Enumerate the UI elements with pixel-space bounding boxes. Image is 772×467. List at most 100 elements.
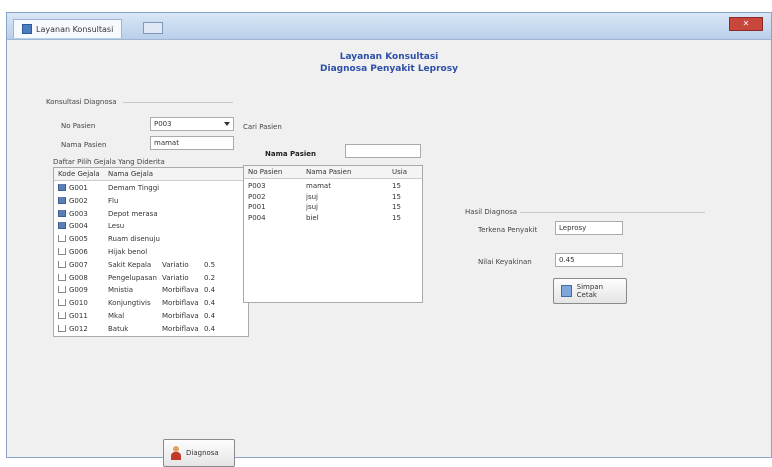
pasien-usia: 15 — [392, 203, 401, 211]
gejala-name: Sakit Kepala — [108, 260, 152, 269]
table-row[interactable]: P003 mamat 15 — [244, 181, 422, 191]
pasien-usia: 15 — [392, 192, 401, 201]
gejala-code: G008 — [58, 273, 88, 282]
page-title: Layanan Konsultasi — [339, 52, 439, 62]
gejala-category: Morbiflava — [162, 299, 199, 308]
checkbox[interactable] — [58, 286, 66, 294]
table-row[interactable]: G008 Pengelupasan ...Variatio 0.2 — [54, 272, 248, 284]
table-row[interactable]: G005 Ruam disenuju ... — [54, 233, 248, 245]
penyakit-label: Terkena Penyakit — [478, 226, 538, 234]
nilai-label: Nilai Keyakinan — [478, 258, 532, 266]
gejala-name: Lesu — [108, 222, 125, 231]
gejala-code: G002 — [58, 196, 88, 205]
gejala-name: Batuk — [108, 324, 129, 333]
hasil-group-label: Hasil Diagnosa — [465, 208, 518, 216]
diagnosa-button[interactable]: Diagnosa — [163, 439, 235, 467]
gejala-code: G003 — [58, 209, 88, 218]
gejala-name: Ruam disenuju ... — [108, 235, 160, 244]
nilai-field[interactable]: 0.45 — [555, 253, 623, 267]
table-row[interactable]: G002 Flu — [54, 195, 248, 207]
tab-layanan-konsultasi[interactable]: Layanan Konsultasi — [13, 19, 123, 38]
table-row[interactable]: P002 jsuj 15 — [244, 192, 422, 202]
pasien-table[interactable]: No Pasien Nama Pasien Usia P003 mamat 15 P0… — [243, 165, 423, 303]
checkbox[interactable] — [58, 312, 66, 319]
gejala-name: Flu — [108, 196, 119, 205]
column-header: Nama Pasien — [306, 168, 352, 176]
gejala-name: Pengelupasan ... — [108, 273, 160, 282]
pasien-nama: jsuj — [306, 192, 318, 201]
checkbox[interactable] — [58, 184, 66, 191]
gejala-code: G007 — [58, 260, 88, 269]
search-input[interactable] — [345, 144, 421, 158]
checkbox[interactable] — [58, 222, 66, 230]
table-row[interactable]: P004 biel 15 — [244, 213, 422, 223]
checkbox[interactable] — [58, 260, 66, 268]
nama-pasien-label: Nama Pasien — [61, 141, 107, 149]
gejala-category: Morbiflava — [162, 312, 199, 320]
pasien-usia: 15 — [392, 213, 401, 222]
checkbox[interactable] — [58, 299, 66, 307]
checkbox[interactable] — [58, 196, 66, 204]
checkbox[interactable] — [58, 273, 66, 281]
nama-pasien-value: mamat — [154, 139, 179, 147]
gejala-value: 0.4 — [204, 286, 216, 295]
gejala-caption: Daftar Pilih Gejala Yang Diderita — [53, 158, 165, 166]
close-button[interactable]: ✕ — [729, 17, 763, 31]
pasien-no: P004 — [248, 213, 266, 222]
simpan-cetak-button[interactable]: Simpan Cetak — [553, 278, 627, 304]
nilai-value: 0.45 — [559, 256, 575, 264]
group-divider — [123, 102, 233, 103]
no-pasien-label: No Pasien — [61, 122, 96, 130]
table-row[interactable]: G009 Mnistia Morbiflava 0.4 — [54, 284, 248, 296]
gejala-code: G010 — [58, 299, 88, 307]
table-row[interactable]: G003 Depot merasa ... — [54, 208, 248, 220]
table-row[interactable]: G004 Lesu — [54, 220, 248, 232]
pasien-no: P001 — [248, 203, 266, 211]
chevron-down-icon — [224, 122, 230, 126]
gejala-value: 0.2 — [204, 273, 216, 282]
gejala-code: G004 — [58, 222, 88, 230]
tab-label: Layanan Konsultasi — [36, 24, 114, 34]
column-header: Usia — [392, 168, 408, 176]
gejala-code: G009 — [58, 286, 88, 294]
form-client-area: Layanan Konsultasi Diagnosa Penyakit Lep… — [15, 43, 763, 467]
column-header: Kode Gejala — [58, 170, 100, 178]
nama-pasien-field[interactable]: mamat — [150, 136, 234, 150]
table-row[interactable]: G006 Hijak benol — [54, 246, 248, 258]
checkbox[interactable] — [58, 324, 66, 332]
gejala-code: G011 — [58, 312, 88, 320]
save-icon — [561, 285, 572, 297]
penyakit-field[interactable]: Leprosy — [555, 221, 623, 235]
diagnosa-button-label: Diagnosa — [186, 449, 219, 457]
table-row[interactable]: G011 Mkal Morbiflava 0.4 — [54, 310, 248, 322]
checkbox[interactable] — [58, 248, 66, 255]
pasien-nama: mamat — [306, 182, 331, 190]
no-pasien-value: P003 — [154, 120, 172, 128]
window-menu-icon[interactable] — [143, 22, 163, 34]
gejala-name: Depot merasa ... — [108, 209, 160, 218]
gejala-value: 0.4 — [204, 299, 216, 308]
table-row[interactable]: P001 jsuj 15 — [244, 202, 422, 212]
checkbox[interactable] — [58, 209, 66, 217]
gejala-name: Konjungtivis — [108, 299, 151, 308]
column-header: Nama Gejala — [108, 170, 154, 178]
gejala-name: Demam Tinggi — [108, 184, 160, 192]
simpan-cetak-label: Simpan Cetak — [576, 283, 604, 299]
table-row[interactable]: G010 Konjungtivis Morbiflava 0.4 — [54, 297, 248, 309]
table-row[interactable]: G012 Batuk Morbiflava 0.4 — [54, 323, 248, 335]
gejala-table-header: Kode Gejala Nama Gejala — [54, 168, 248, 181]
penyakit-value: Leprosy — [559, 224, 587, 232]
gejala-category: Morbiflava — [162, 286, 199, 295]
search-label: Nama Pasien — [265, 150, 316, 158]
gejala-code: G012 — [58, 324, 88, 333]
pasien-table-header: No Pasien Nama Pasien Usia — [244, 166, 422, 179]
gejala-name: Hijak benol — [108, 248, 148, 256]
column-header: No Pasien — [248, 168, 283, 176]
cari-pasien-label: Cari Pasien — [243, 123, 282, 131]
app-window: Layanan Konsultasi ✕ Layanan Konsultasi … — [6, 12, 772, 467]
no-pasien-select[interactable]: P003 — [150, 117, 234, 131]
table-row[interactable]: G001 Demam Tinggi — [54, 182, 248, 194]
table-row[interactable]: G007 Sakit Kepala Variatio 0.5 — [54, 259, 248, 271]
checkbox[interactable] — [58, 235, 66, 243]
gejala-table[interactable]: Kode Gejala Nama Gejala G001 Demam Tinggi… — [53, 167, 249, 337]
